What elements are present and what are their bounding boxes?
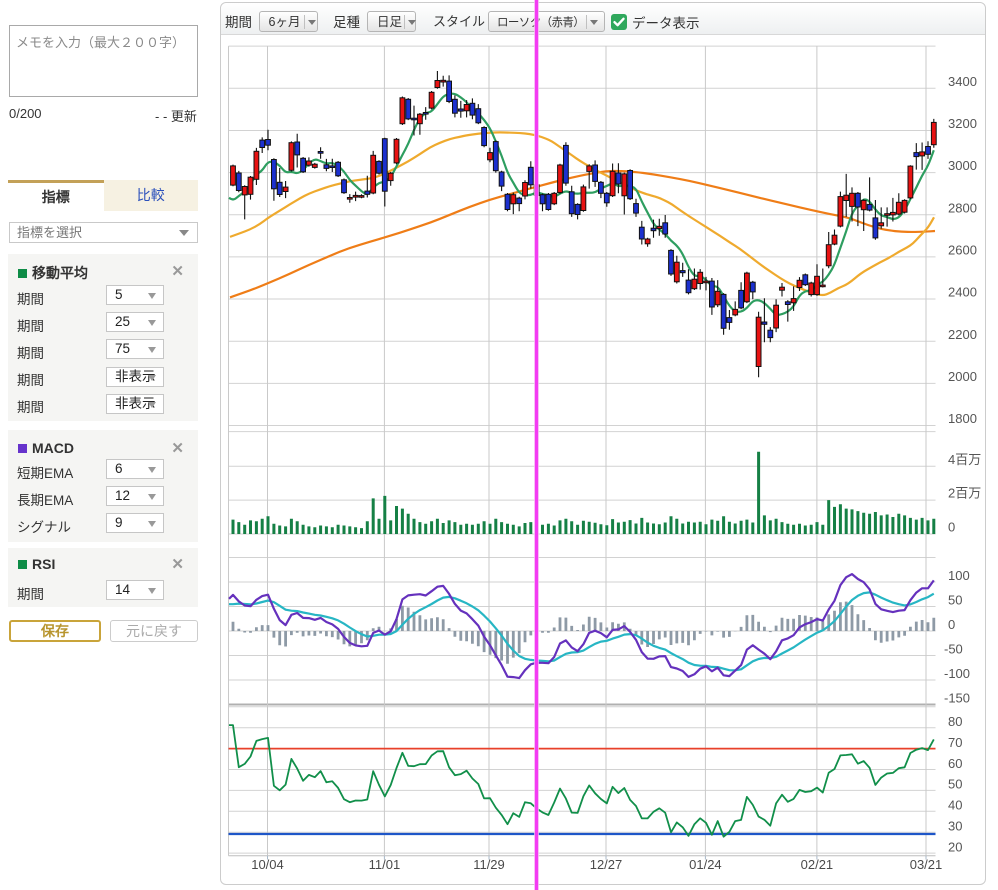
svg-text:100: 100 xyxy=(948,568,970,583)
svg-text:50: 50 xyxy=(948,777,962,792)
svg-text:2600: 2600 xyxy=(948,242,977,257)
svg-text:30: 30 xyxy=(948,819,962,834)
svg-text:4百万: 4百万 xyxy=(948,452,981,467)
svg-text:60: 60 xyxy=(948,756,962,771)
svg-text:01/24: 01/24 xyxy=(689,857,722,872)
svg-text:50: 50 xyxy=(948,593,962,608)
svg-text:1800: 1800 xyxy=(948,411,977,426)
svg-text:0: 0 xyxy=(948,520,955,535)
svg-text:11/01: 11/01 xyxy=(369,857,401,872)
svg-text:03/21: 03/21 xyxy=(910,857,943,872)
svg-text:80: 80 xyxy=(948,714,962,729)
svg-text:0: 0 xyxy=(948,617,955,632)
svg-text:-150: -150 xyxy=(944,691,970,706)
svg-text:10/04: 10/04 xyxy=(251,857,284,872)
svg-text:40: 40 xyxy=(948,798,962,813)
svg-text:3000: 3000 xyxy=(948,158,977,173)
svg-text:-50: -50 xyxy=(944,642,963,657)
svg-text:3400: 3400 xyxy=(948,74,977,89)
svg-text:2000: 2000 xyxy=(948,369,977,384)
svg-text:2400: 2400 xyxy=(948,285,977,300)
svg-text:-100: -100 xyxy=(944,666,970,681)
svg-text:3200: 3200 xyxy=(948,116,977,131)
svg-text:12/27: 12/27 xyxy=(590,857,623,872)
svg-text:70: 70 xyxy=(948,735,962,750)
svg-text:02/21: 02/21 xyxy=(801,857,834,872)
svg-text:2800: 2800 xyxy=(948,200,977,215)
svg-text:11/29: 11/29 xyxy=(473,857,505,872)
svg-text:2200: 2200 xyxy=(948,327,977,342)
svg-text:2百万: 2百万 xyxy=(948,486,981,501)
svg-text:20: 20 xyxy=(948,839,962,854)
